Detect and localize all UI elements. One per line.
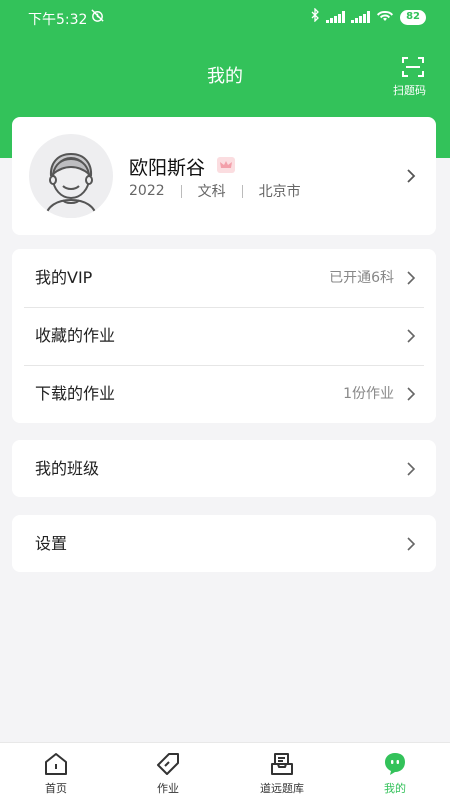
home-icon [45,753,67,775]
chevron-right-icon [406,386,416,402]
tab-label: 首页 [45,782,67,795]
status-icons: 82 [310,7,426,26]
menu-item-my-vip[interactable]: 我的VIP 已开通6科 [12,249,436,307]
profile-year: 2022 [129,183,165,199]
chevron-right-icon [406,328,416,344]
meta-divider [241,184,243,198]
chevron-right-icon [406,461,416,477]
bluetooth-icon [310,7,320,26]
chevron-right-icon [406,536,416,552]
menu-item-label: 设置 [35,534,68,553]
tab-question-bank[interactable]: 道远题库 [242,743,322,800]
menu-item-label: 我的VIP [35,268,93,287]
menu-item-settings[interactable]: 设置 [12,515,436,572]
status-time: 下午5:32 [28,12,88,28]
tab-label: 作业 [157,782,179,795]
profile-city: 北京市 [258,184,301,200]
menu-item-downloaded-homework[interactable]: 下载的作业 1份作业 [12,365,436,423]
menu-item-label: 我的班级 [35,459,100,478]
battery-indicator: 82 [400,9,426,25]
chevron-right-icon [406,270,416,286]
meta-divider [180,184,182,198]
scan-button[interactable]: 扫题码 [390,55,435,100]
scan-icon [390,55,435,79]
signal-icon-2 [351,11,371,23]
mine-icon [385,753,405,775]
menu-group-main: 我的VIP 已开通6科 收藏的作业 下载的作业 1份作业 [12,249,436,423]
menu-item-value: 已开通6科 [329,270,394,286]
tab-label: 道远题库 [260,782,304,795]
chevron-right-icon [406,168,416,184]
wifi-icon [376,8,394,26]
tab-homework[interactable]: 作业 [128,743,208,800]
bottom-tab-bar: 首页 作业 道远题库 我的 [0,742,450,800]
menu-item-value: 1份作业 [343,386,394,402]
profile-subject: 文科 [197,184,226,200]
profile-card[interactable]: 欧阳斯谷 2022 文科 北京市 [12,117,436,235]
avatar[interactable] [29,134,113,218]
menu-item-label: 收藏的作业 [35,326,116,345]
signal-icon [326,11,346,23]
question-bank-icon [271,753,293,775]
user-name: 欧阳斯谷 [129,157,206,179]
vip-crown-icon [217,157,235,173]
menu-item-label: 下载的作业 [35,384,116,403]
menu-item-favorite-homework[interactable]: 收藏的作业 [12,307,436,365]
alarm-off-icon [90,8,105,27]
profile-meta: 2022 文科 北京市 [129,181,301,201]
status-bar: 下午5:32 82 [0,0,450,34]
tab-mine[interactable]: 我的 [355,743,435,800]
tag-icon [157,753,179,775]
menu-group-class: 我的班级 [12,440,436,497]
tab-home[interactable]: 首页 [16,743,96,800]
menu-group-settings: 设置 [12,515,436,572]
scan-label: 扫题码 [393,84,426,97]
tab-label: 我的 [384,782,406,795]
menu-item-my-class[interactable]: 我的班级 [12,440,436,497]
page-title: 我的 [207,66,243,87]
